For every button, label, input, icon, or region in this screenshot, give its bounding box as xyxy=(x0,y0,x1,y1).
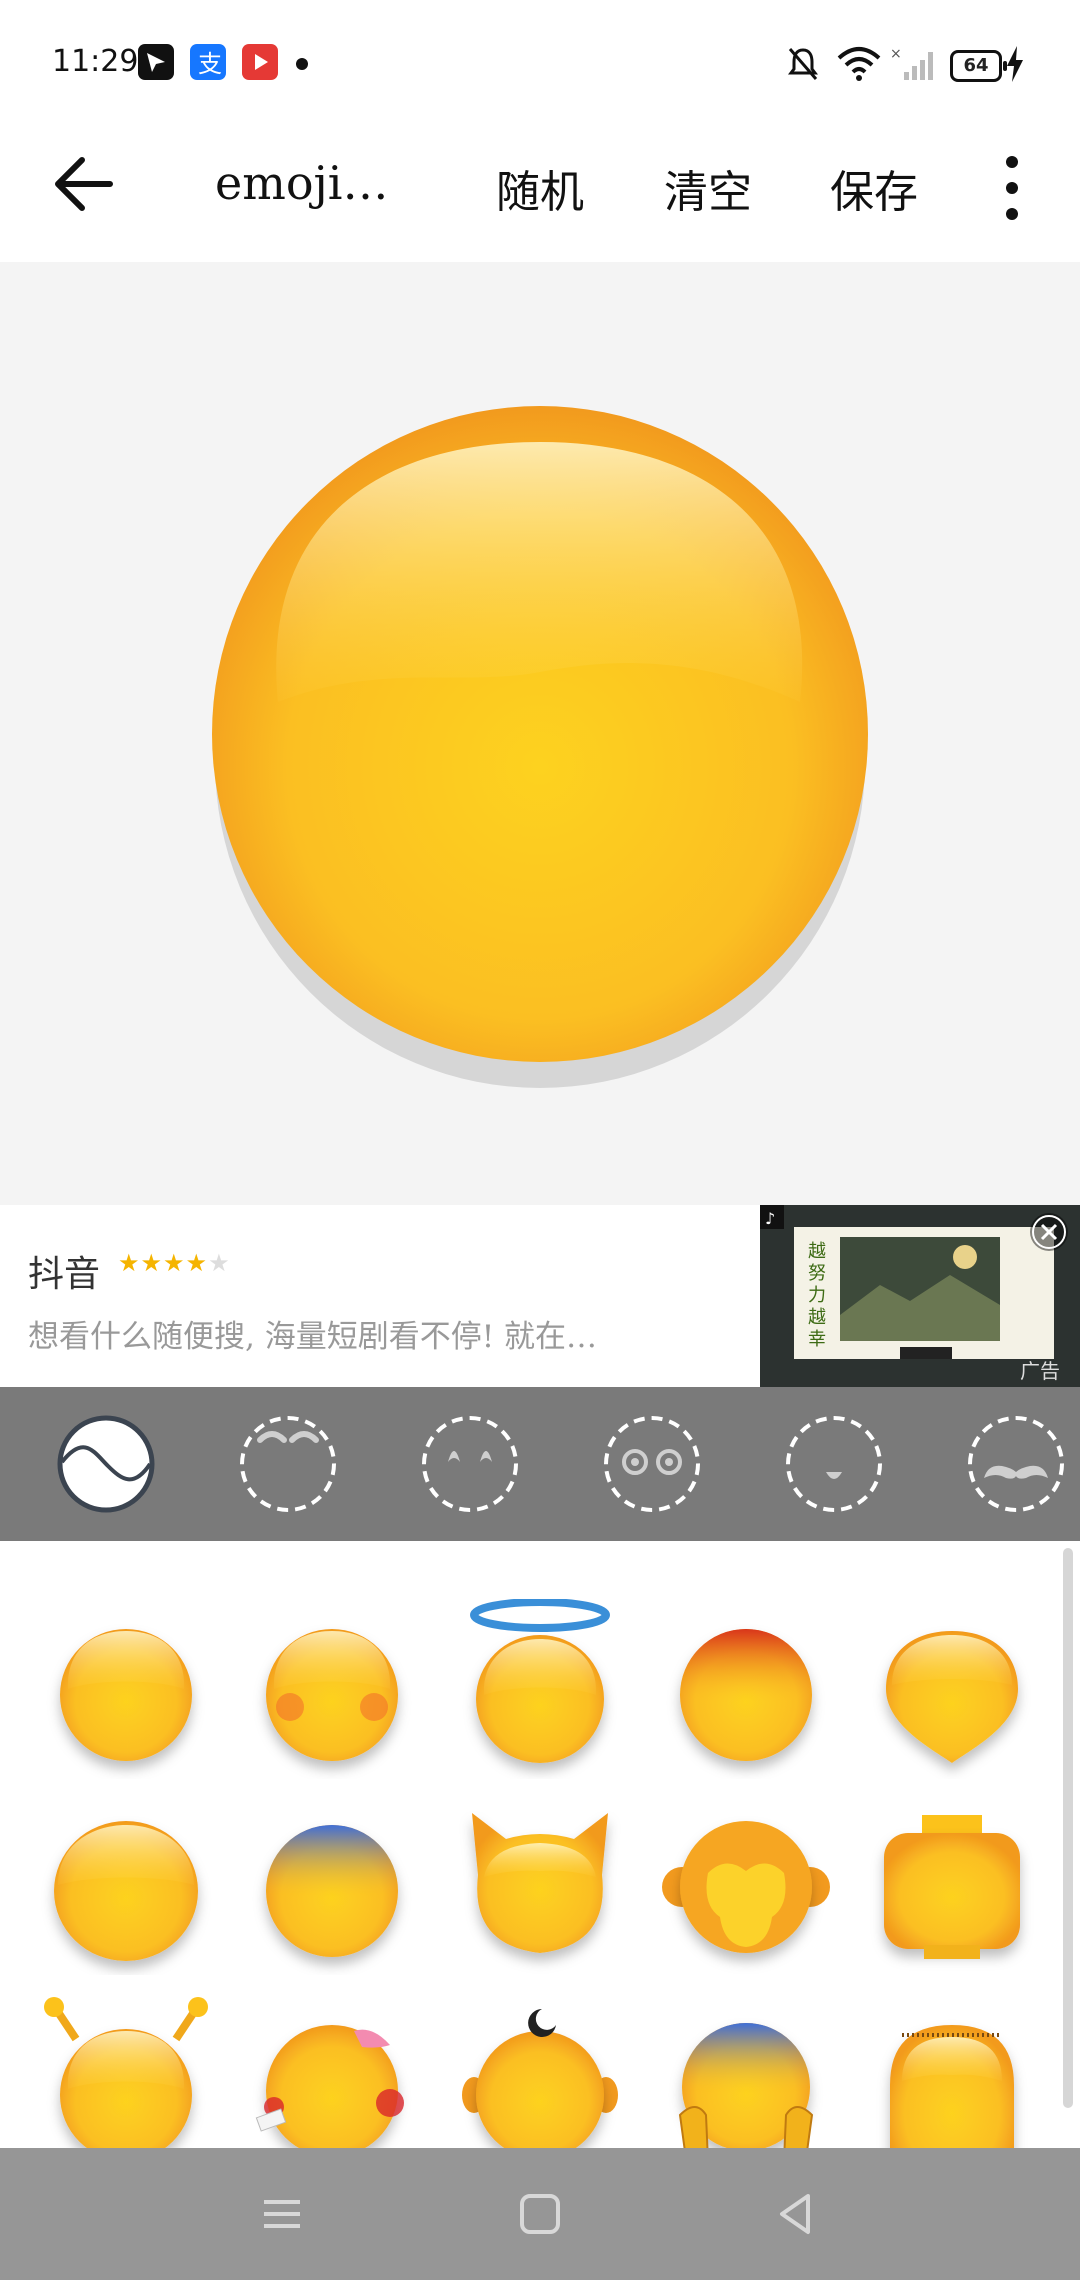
app-bar: emoji… 随机 清空 保存 xyxy=(0,120,1080,260)
face-option-lego[interactable] xyxy=(862,1795,1042,1975)
tab-eyebrows-icon[interactable] xyxy=(238,1414,338,1514)
video-app-icon xyxy=(242,44,278,80)
ad-description: 想看什么随便搜, 海量短剧看不停! 就在… xyxy=(28,1319,598,1355)
home-icon[interactable] xyxy=(514,2188,566,2240)
face-option-cat[interactable] xyxy=(450,1795,630,1975)
save-button[interactable]: 保存 xyxy=(830,156,918,220)
face-option-bandaged[interactable] xyxy=(242,1995,422,2148)
face-option-wide[interactable] xyxy=(36,1795,216,1975)
grid-scrollbar[interactable] xyxy=(1063,1548,1073,2108)
face-option-monkey[interactable] xyxy=(656,1795,836,1975)
ad-close-icon[interactable] xyxy=(1030,1213,1068,1251)
wifi-icon xyxy=(837,47,881,81)
svg-text:幸: 幸 xyxy=(808,1329,826,1350)
emoji-preview-face xyxy=(212,406,868,1088)
back-arrow-icon[interactable] xyxy=(48,148,120,220)
svg-text:♪: ♪ xyxy=(765,1209,775,1228)
mute-bell-icon xyxy=(788,48,818,80)
alipay-app-icon: 支 xyxy=(190,44,226,80)
face-option-red-top[interactable] xyxy=(656,1599,836,1779)
face-option-halo[interactable] xyxy=(450,1599,630,1779)
status-bar: 11:29 支 × 64 xyxy=(0,0,1080,120)
feishu-app-icon xyxy=(138,44,174,80)
charging-icon xyxy=(1007,46,1023,82)
svg-text:努: 努 xyxy=(808,1263,826,1284)
face-option-round[interactable] xyxy=(36,1599,216,1779)
tab-eyes-icon[interactable] xyxy=(420,1414,520,1514)
battery-icon: 64 xyxy=(950,50,1007,82)
back-nav-icon[interactable] xyxy=(770,2188,822,2240)
ad-tag: 广告 xyxy=(1020,1359,1060,1383)
face-option-blue-top[interactable] xyxy=(242,1795,422,1975)
ad-banner[interactable]: 抖音 ★★★★★ 想看什么随便搜, 海量短剧看不停! 就在… ♪ 越 努 力 越… xyxy=(0,1205,1080,1387)
tab-face-shape-icon[interactable] xyxy=(56,1414,156,1514)
menu-icon[interactable] xyxy=(256,2188,308,2240)
system-nav-bar xyxy=(0,2148,1080,2280)
face-option-crescent[interactable] xyxy=(450,1995,630,2148)
face-option-blue-hands[interactable] xyxy=(656,1995,836,2148)
status-time: 11:29 xyxy=(52,44,139,79)
emoji-preview-canvas[interactable] xyxy=(0,262,1080,1205)
random-button[interactable]: 随机 xyxy=(496,156,584,220)
category-tabs xyxy=(0,1387,1080,1541)
svg-text:越: 越 xyxy=(808,1307,826,1328)
ad-rating-stars: ★★★★★ xyxy=(118,1249,231,1277)
face-option-blush[interactable] xyxy=(242,1599,422,1779)
face-option-tall-hairy[interactable] xyxy=(862,1995,1042,2148)
svg-text:×: × xyxy=(890,46,902,62)
svg-text:力: 力 xyxy=(808,1285,826,1306)
notification-dot-icon xyxy=(296,58,308,70)
face-option-pointed-bottom[interactable] xyxy=(862,1599,1042,1779)
face-options-grid xyxy=(0,1541,1080,2148)
more-menu-icon[interactable] xyxy=(990,152,1034,224)
tab-eyes-round-icon[interactable] xyxy=(602,1414,702,1514)
tab-mustache-icon[interactable] xyxy=(966,1414,1066,1514)
svg-text:支: 支 xyxy=(198,50,222,78)
clear-button[interactable]: 清空 xyxy=(664,156,752,220)
page-title: emoji… xyxy=(215,156,389,210)
signal-icon: × xyxy=(890,46,933,80)
tab-mouth-icon[interactable] xyxy=(784,1414,884,1514)
svg-text:越: 越 xyxy=(808,1241,826,1262)
ad-app-name: 抖音 xyxy=(28,1254,101,1295)
face-option-antennae[interactable] xyxy=(36,1995,216,2148)
